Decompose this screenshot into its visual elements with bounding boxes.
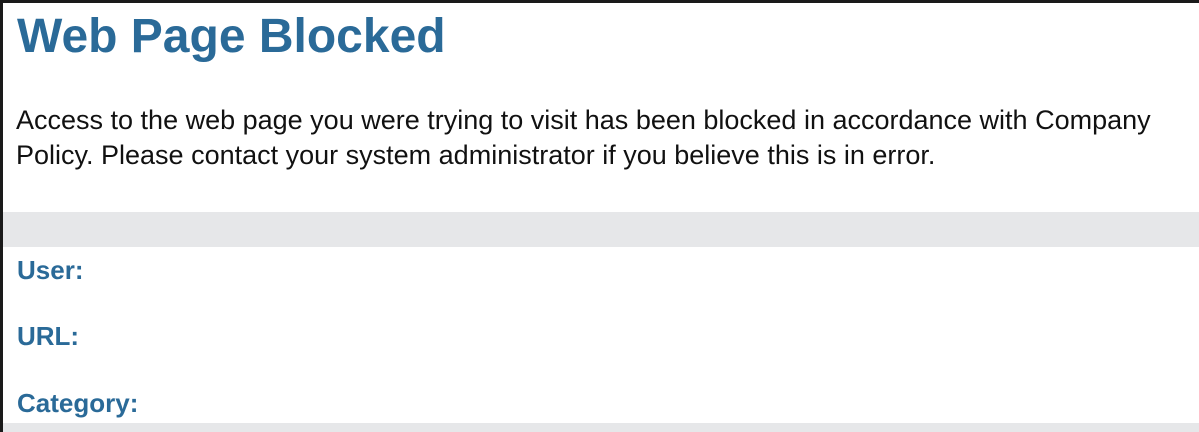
blocked-page-frame: Web Page Blocked Access to the web page … — [0, 0, 1199, 432]
details-header-band — [3, 212, 1199, 247]
user-label: User: — [17, 255, 84, 285]
block-message: Access to the web page you were trying t… — [16, 105, 1151, 170]
details-footer-band — [3, 423, 1199, 432]
page-title: Web Page Blocked — [17, 10, 446, 63]
category-label: Category: — [17, 388, 139, 418]
url-label: URL: — [17, 321, 80, 351]
